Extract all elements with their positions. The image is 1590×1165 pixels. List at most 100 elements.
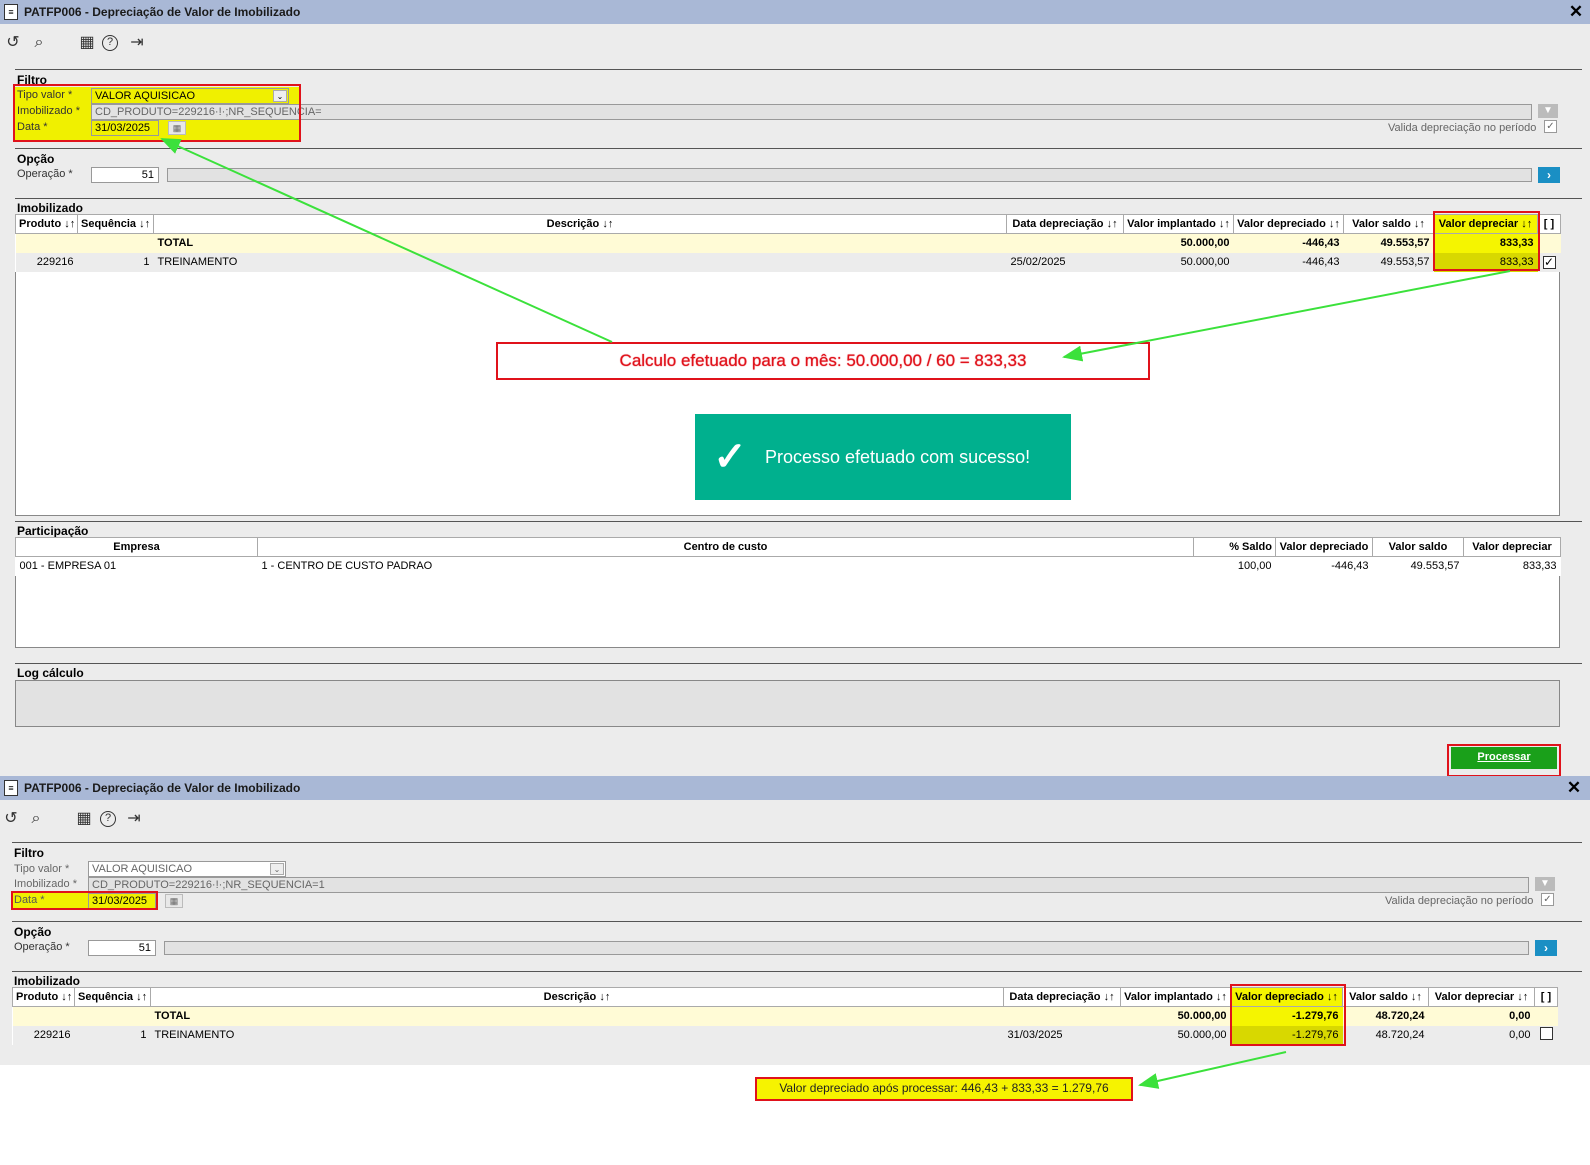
cell-implantado-2: 50.000,00 [1120,1025,1231,1045]
valida-checkbox[interactable]: ✓ [1544,120,1557,133]
col-valor-saldo-2[interactable]: Valor saldo ↓↑ [1342,987,1429,1007]
cell-sequencia-2: 1 [74,1025,151,1045]
imobilizado-title: Imobilizado [17,201,83,215]
col-produto-2[interactable]: Produto ↓↑ [12,987,75,1007]
log-title: Log cálculo [17,666,84,680]
chevron-right-icon[interactable]: › [1538,167,1560,183]
search-icon[interactable]: ⌕ [28,32,50,54]
chevron-down-icon[interactable]: ⌄ [273,90,287,102]
filter-icon[interactable]: ▼ [1538,104,1558,118]
processar-button[interactable]: Processar [1451,747,1557,769]
data-label-2: Data * [14,894,45,906]
row-checkbox-2[interactable] [1534,1025,1558,1045]
col-valor-depreciado[interactable]: Valor depreciado ↓↑ [1233,214,1344,234]
calendar-icon[interactable]: ▦ [76,32,98,54]
cell-p-depreciar: 833,33 [1522,560,1557,573]
table-row[interactable]: 229216 1 TREINAMENTO 25/02/2025 50.000,0… [15,252,1561,272]
row-checkbox[interactable]: ✓ [1537,252,1561,272]
cell-centro: 1 - CENTRO DE CUSTO PADRAO [261,560,433,573]
cell-produto-2: 229216 [12,1025,75,1045]
tipo-valor-select-2[interactable]: VALOR AQUISICAO ⌄ [88,861,286,877]
chevron-down-icon-2[interactable]: ⌄ [270,863,284,875]
col-pct-saldo[interactable]: % Saldo [1193,537,1276,557]
col-valor-depreciado-2[interactable]: Valor depreciado ↓↑ [1230,987,1343,1007]
title-bar: ≡ PATFP006 - Depreciação de Valor de Imo… [0,0,1590,24]
cell-empresa: 001 - EMPRESA 01 [19,560,117,573]
exit-icon[interactable]: ⇥ [126,32,148,54]
total-label-2: TOTAL [150,1006,1004,1026]
calendar-picker-icon[interactable]: ▦ [168,121,186,135]
operacao-input[interactable]: 51 [91,167,159,183]
total-label: TOTAL [153,233,1007,253]
total-depreciar: 833,33 [1433,233,1538,253]
after-annotation: Valor depreciado após processar: 446,43 … [755,1077,1133,1101]
cell-data: 25/02/2025 [1006,252,1124,272]
cell-depreciar: 833,33 [1433,252,1538,272]
col-descricao[interactable]: Descrição ↓↑ [153,214,1007,234]
total-saldo-2: 48.720,24 [1342,1006,1429,1026]
close-icon-2[interactable]: ✕ [1564,778,1584,798]
col-produto[interactable]: Produto ↓↑ [15,214,78,234]
cell-descricao-2: TREINAMENTO [150,1025,1004,1045]
col-descricao-2[interactable]: Descrição ↓↑ [150,987,1004,1007]
col-p-valor-saldo[interactable]: Valor saldo [1372,537,1464,557]
cell-depreciado-2: -1.279,76 [1230,1025,1343,1045]
opcao-title-2: Opção [14,925,52,939]
data-input-2[interactable]: 31/03/2025 [88,893,156,909]
refresh-icon-2[interactable]: ↺ [0,808,22,830]
imobilizado-divider-2 [12,971,1582,972]
total-depreciado: -446,43 [1233,233,1344,253]
valida-checkbox-2[interactable]: ✓ [1541,893,1554,906]
tipo-valor-select[interactable]: VALOR AQUISICAO ⌄ [91,88,289,104]
help-icon[interactable]: ? [102,35,118,51]
imobilizado-table-2: Produto ↓↑ Sequência ↓↑ Descrição ↓↑ Dat… [12,987,1558,1045]
calendar-picker-icon-2[interactable]: ▦ [165,894,183,908]
col-select-all-2[interactable]: [ ] [1534,987,1558,1007]
close-icon[interactable]: ✕ [1566,2,1586,22]
operacao-input-2[interactable]: 51 [88,940,156,956]
imobilizado-title-2: Imobilizado [14,974,80,988]
opcao-title: Opção [17,152,55,166]
window-before: ≡ PATFP006 - Depreciação de Valor de Imo… [0,0,1590,780]
col-valor-saldo[interactable]: Valor saldo ↓↑ [1343,214,1434,234]
participacao-title: Participação [17,524,89,538]
operacao-description-bar-2 [164,941,1529,955]
col-valor-implantado-2[interactable]: Valor implantado ↓↑ [1120,987,1231,1007]
col-valor-depreciar-2[interactable]: Valor depreciar ↓↑ [1428,987,1535,1007]
document-icon-2: ≡ [4,780,18,796]
col-valor-depreciar[interactable]: Valor depreciar ↓↑ [1433,214,1538,234]
log-textarea[interactable] [15,680,1560,727]
col-centro-custo[interactable]: Centro de custo [257,537,1194,557]
chevron-right-icon-2[interactable]: › [1535,940,1557,956]
total-saldo: 49.553,57 [1343,233,1434,253]
filtro-divider-2 [12,842,1582,843]
table-row-2[interactable]: 229216 1 TREINAMENTO 31/03/2025 50.000,0… [12,1025,1558,1045]
total-row: TOTAL 50.000,00 -446,43 49.553,57 833,33 [15,233,1561,253]
window-after: ≡ PATFP006 - Depreciação de Valor de Imo… [0,776,1590,1065]
imobilizado-label-2: Imobilizado * [14,878,77,890]
cell-descricao: TREINAMENTO [153,252,1007,272]
data-input[interactable]: 31/03/2025 [91,120,159,136]
col-empresa[interactable]: Empresa [15,537,258,557]
help-icon-2[interactable]: ? [100,811,116,827]
cell-depreciar-2: 0,00 [1428,1025,1535,1045]
col-p-valor-depreciar[interactable]: Valor depreciar [1463,537,1561,557]
calendar-icon-2[interactable]: ▦ [73,808,95,830]
filter-icon-2[interactable]: ▼ [1535,877,1555,891]
refresh-icon[interactable]: ↺ [2,32,24,54]
col-sequencia[interactable]: Sequência ↓↑ [77,214,154,234]
exit-icon-2[interactable]: ⇥ [123,808,145,830]
search-icon-2[interactable]: ⌕ [25,808,47,830]
toast-message: Processo efetuado com sucesso! [765,446,1031,467]
col-p-valor-depreciado[interactable]: Valor depreciado [1275,537,1373,557]
table-header-row-2: Produto ↓↑ Sequência ↓↑ Descrição ↓↑ Dat… [12,987,1558,1007]
participacao-row[interactable]: 001 - EMPRESA 01 1 - CENTRO DE CUSTO PAD… [16,557,1561,576]
col-valor-implantado[interactable]: Valor implantado ↓↑ [1123,214,1234,234]
participacao-header-row: Empresa Centro de custo % Saldo Valor de… [15,537,1561,557]
col-data-depreciacao[interactable]: Data depreciação ↓↑ [1006,214,1124,234]
col-sequencia-2[interactable]: Sequência ↓↑ [74,987,151,1007]
cell-sequencia: 1 [77,252,154,272]
col-data-depreciacao-2[interactable]: Data depreciação ↓↑ [1003,987,1121,1007]
col-select-all[interactable]: [ ] [1537,214,1561,234]
toolbar: ↺ ⌕ ▦ ? ⇥ [0,28,1590,58]
